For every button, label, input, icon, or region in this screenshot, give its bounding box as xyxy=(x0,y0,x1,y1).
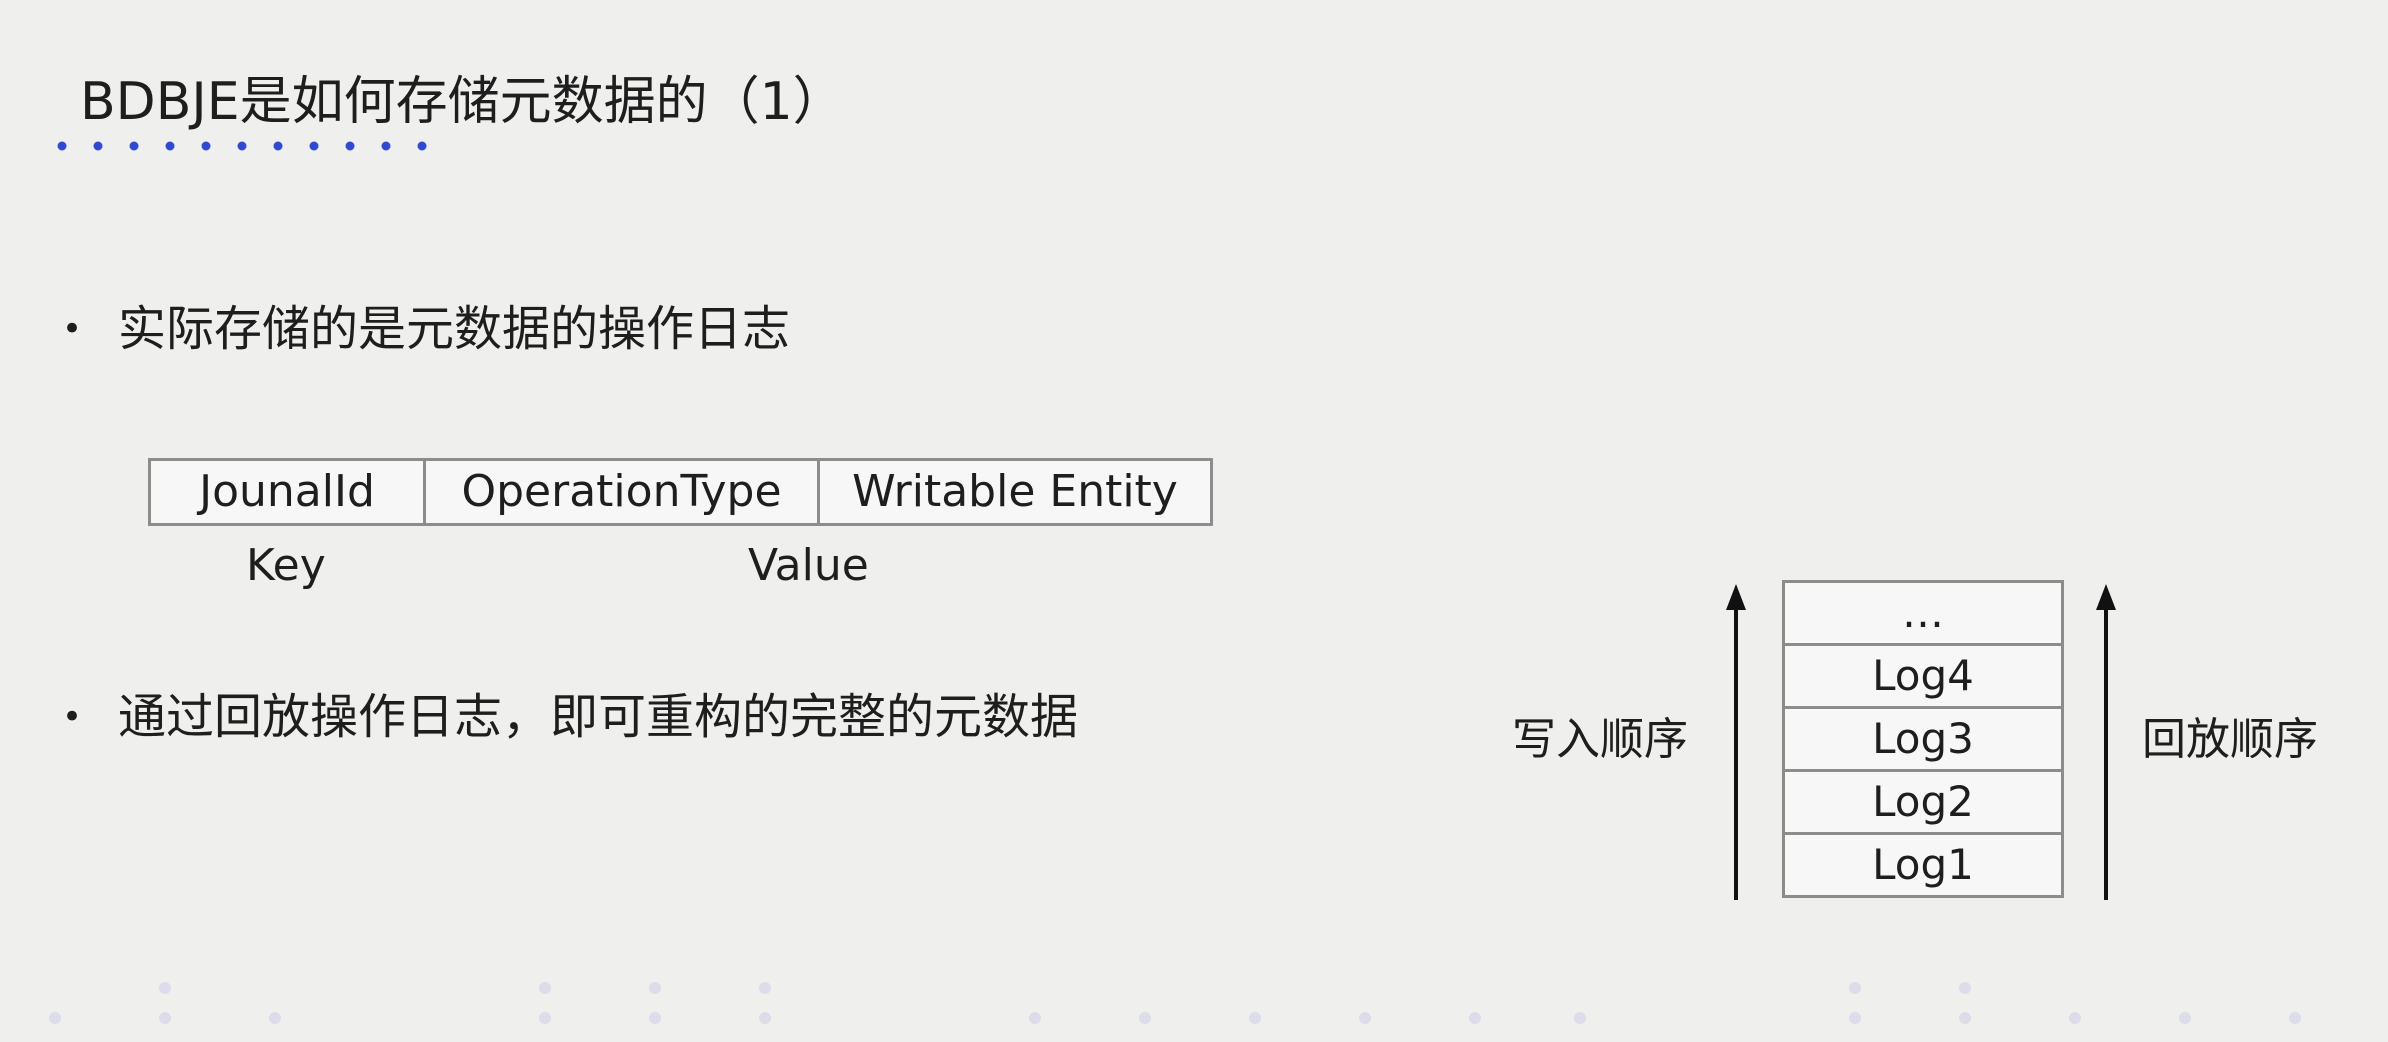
record-cell-operation-type: OperationType xyxy=(426,461,820,523)
value-label: Value xyxy=(748,540,869,591)
decorative-dot-pattern xyxy=(49,982,2301,1024)
log-stack: … Log4 Log3 Log2 Log1 xyxy=(1782,580,2064,898)
record-cell-writable-entity: Writable Entity xyxy=(852,466,1178,517)
record-structure-table: JounalId OperationType Writable Entity xyxy=(148,458,1213,526)
replay-order-arrow-icon xyxy=(2096,584,2116,900)
replay-order-label: 回放顺序 xyxy=(2142,714,2318,765)
slide-title: BDBJE是如何存储元数据的（1） xyxy=(80,72,845,132)
record-cell-journal-id: JounalId xyxy=(151,461,426,523)
log-item-log1: Log1 xyxy=(1872,840,1974,889)
log-item-ellipsis: … xyxy=(1785,583,2061,646)
log-item-log4: Log4 xyxy=(1785,646,2061,709)
title-underline-dots xyxy=(57,141,427,151)
write-order-label: 写入顺序 xyxy=(1512,714,1688,765)
bullet-item: • 通过回放操作日志，即可重构的完整的元数据 xyxy=(62,682,1078,752)
bullet-item: • 实际存储的是元数据的操作日志 xyxy=(62,294,790,364)
bullet-marker: • xyxy=(62,309,83,349)
key-label: Key xyxy=(246,540,326,591)
write-order-arrow-icon xyxy=(1726,584,1746,900)
bullet-text: 通过回放操作日志，即可重构的完整的元数据 xyxy=(118,689,1079,745)
log-item-log3: Log3 xyxy=(1785,709,2061,772)
bullet-marker: • xyxy=(62,697,83,737)
bullet-text: 实际存储的是元数据的操作日志 xyxy=(118,301,791,357)
slide: BDBJE是如何存储元数据的（1） • 实际存储的是元数据的操作日志 Jounal… xyxy=(0,0,2388,1042)
log-item-log2: Log2 xyxy=(1785,772,2061,835)
